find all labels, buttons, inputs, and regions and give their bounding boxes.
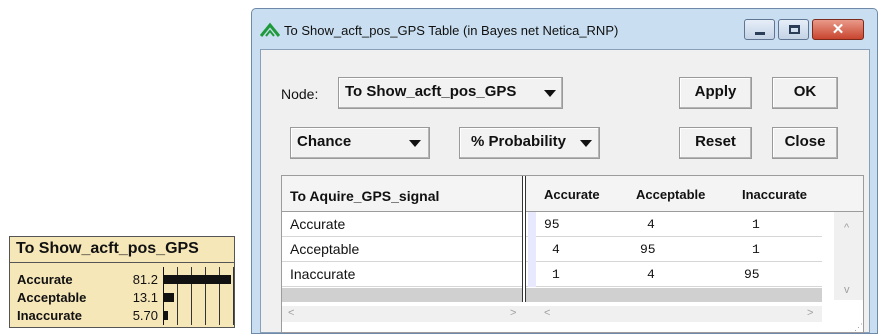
table-row[interactable]: Accurate 95 4 1 [282,212,822,237]
scroll-left-icon[interactable]: < [288,307,294,319]
table-row[interactable]: Acceptable 4 95 1 [282,237,822,262]
parent-node-header: To Aquire_GPS_signal [290,188,440,204]
node-state-value: 81.2 [132,272,158,287]
node-select-dropdown[interactable]: To Show_acft_pos_GPS [338,77,563,109]
probability-cell[interactable]: 4 [552,242,560,257]
close-icon: ✕ [831,21,845,38]
maximize-button[interactable] [778,19,809,40]
minimize-icon [755,32,765,35]
row-label: Inaccurate [290,266,356,282]
probability-cell[interactable]: 1 [552,267,560,282]
window-title: To Show_acft_pos_GPS Table (in Bayes net… [284,23,619,38]
node-box-title: To Show_acft_pos_GPS [10,237,234,263]
probability-cell[interactable]: 4 [647,217,655,232]
maximize-icon [789,25,800,34]
row-selector [528,262,536,287]
display-mode-dropdown[interactable]: % Probability [459,127,600,159]
row-selector [528,212,536,237]
horizontal-scrollbar-left[interactable]: < > < > [282,306,822,322]
table-dialog-window: To Show_acft_pos_GPS Table (in Bayes net… [251,8,878,334]
node-state-label: Inaccurate [17,308,83,323]
scroll-up-icon[interactable]: ^ [844,222,849,234]
node-state-bar [163,275,231,284]
apply-button[interactable]: Apply [679,77,752,109]
node-state-row: Accurate 81.2 [10,271,234,289]
probability-cell[interactable]: 95 [544,217,560,232]
node-state-row: Inaccurate 5.70 [10,307,234,325]
ok-button-label: OK [793,83,817,100]
close-button-label: Close [784,133,826,150]
column-splitter[interactable] [522,176,526,302]
chevron-down-icon [544,90,556,97]
title-bar[interactable]: To Show_acft_pos_GPS Table (in Bayes net… [252,9,877,49]
node-state-value: 13.1 [132,290,158,305]
column-header: Accurate [544,187,600,202]
netica-icon [260,22,280,37]
resize-grip-icon[interactable]: ⋰ [854,322,863,333]
chevron-down-icon [409,140,421,147]
cpt-table[interactable]: To Aquire_GPS_signal Accurate Acceptable… [281,175,864,333]
row-label: Accurate [290,216,346,232]
node-state-value: 5.70 [132,308,158,323]
reset-button[interactable]: Reset [679,127,752,159]
node-state-bar [163,311,168,320]
bayes-node-box[interactable]: To Show_acft_pos_GPS Accurate 81.2 Accep… [9,236,235,328]
node-label: Node: [281,86,319,102]
row-selector [528,237,536,262]
vertical-scrollbar[interactable]: ^ v [834,212,863,300]
scroll-left-icon[interactable]: < [544,307,550,319]
node-state-bar [163,293,174,302]
row-label: Acceptable [290,241,360,257]
node-state-label: Acceptable [17,290,87,305]
table-footer-strip [282,288,822,302]
close-window-button[interactable]: ✕ [812,19,864,40]
ok-button[interactable]: OK [772,77,838,109]
apply-button-label: Apply [694,83,737,100]
probability-cell[interactable]: 4 [647,267,655,282]
stage: To Show_acft_pos_GPS Accurate 81.2 Accep… [0,0,887,336]
column-header: Acceptable [636,187,706,202]
probability-cell[interactable]: 1 [752,217,760,232]
close-button[interactable]: Close [772,127,838,159]
scroll-right-icon[interactable]: > [807,307,813,319]
chevron-down-icon [580,140,592,147]
table-row[interactable]: Inaccurate 1 4 95 [282,262,822,287]
probability-cell[interactable]: 95 [744,267,760,282]
probability-cell[interactable]: 95 [640,242,656,257]
node-select-value: To Show_acft_pos_GPS [345,83,517,100]
node-type-dropdown[interactable]: Chance [290,127,430,159]
node-state-label: Accurate [17,272,73,287]
minimize-button[interactable] [744,19,775,40]
scroll-down-icon[interactable]: v [844,284,850,296]
probability-cell[interactable]: 1 [752,242,760,257]
scroll-right-icon[interactable]: > [510,307,516,319]
table-header: To Aquire_GPS_signal Accurate Acceptable… [282,176,863,212]
node-state-row: Acceptable 13.1 [10,289,234,307]
column-header: Inaccurate [742,187,808,202]
reset-button-label: Reset [695,133,736,150]
